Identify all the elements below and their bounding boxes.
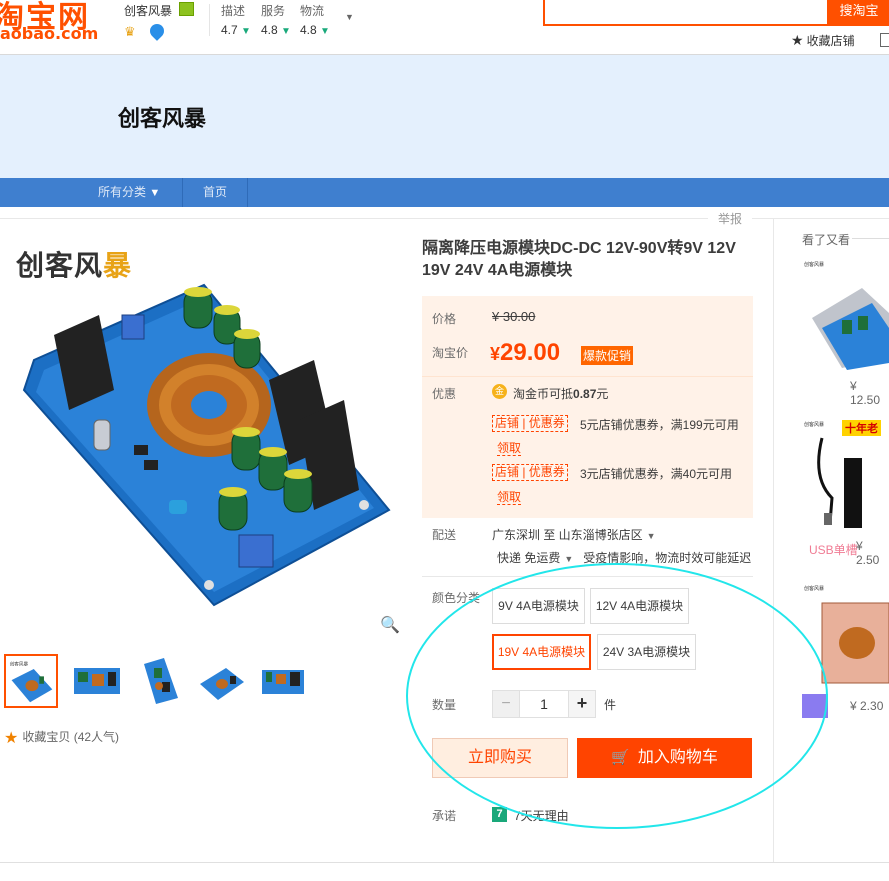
coupon-tag: 店铺 | 优惠券	[492, 415, 568, 432]
add-to-cart-button[interactable]: 🛒 加入购物车	[577, 738, 752, 778]
chevron-down-icon[interactable]: ▼	[345, 12, 354, 22]
qr-icon[interactable]	[880, 33, 889, 47]
shipping-label: 配送	[432, 528, 457, 542]
coupon-tag: 店铺 | 优惠券	[492, 464, 568, 481]
crown-icon: ♛	[124, 24, 136, 39]
down-arrow-icon: ▼	[320, 26, 330, 37]
promo-badge: 爆款促销	[581, 346, 634, 365]
discount-label: 优惠	[432, 387, 457, 401]
sku-option[interactable]: 9V 4A电源模块	[492, 588, 585, 624]
divider	[773, 219, 774, 863]
tb-price-label: 淘宝价	[432, 346, 469, 360]
price-label: 价格	[432, 312, 457, 326]
promise-text[interactable]: 7天无理由	[514, 807, 569, 824]
buy-now-button[interactable]: 立即购买	[432, 738, 568, 778]
search-button[interactable]: 搜淘宝	[829, 0, 889, 26]
coin-discount: 淘金币可抵0.87元	[513, 387, 609, 401]
caret-down-icon: ▼	[646, 531, 656, 541]
coupon-text: 5元店铺优惠券，满199元可用	[580, 418, 739, 432]
quantity-label: 数量	[432, 698, 457, 712]
recommend-overlay: 十年老	[842, 420, 881, 436]
level-icon	[147, 21, 167, 41]
product-main-image[interactable]	[14, 280, 394, 610]
recommend-price: ¥ 2.30	[850, 699, 884, 713]
nav-divider	[182, 178, 183, 207]
recommend-price: ¥ 2.50	[856, 539, 880, 567]
product-title: 隔离降压电源模块DC-DC 12V-90V转9V 12V 19V 24V 4A电…	[422, 240, 736, 279]
top-header: 淘宝网 aobao.com 创客风暴 ♛ 描述 4.7 ▼ 服务 4.8 ▼ 物…	[0, 0, 889, 54]
divider	[209, 4, 210, 36]
recommend-item[interactable]: 创客风暴 十年老 USB单槽 ¥ 2.50	[802, 418, 889, 567]
shipping-method[interactable]: 快递 免运费 ▼ 受疫情影响，物流时效可能延迟	[497, 549, 751, 566]
recommend-item[interactable]: 创客风暴 ¥ 12.50	[802, 258, 889, 407]
down-arrow-icon: ▼	[241, 26, 251, 37]
thumbnail-2[interactable]	[70, 654, 124, 708]
divider	[0, 218, 889, 219]
sku-option[interactable]: 24V 3A电源模块	[597, 634, 696, 670]
divider	[852, 238, 889, 239]
quantity-input[interactable]: 1	[519, 690, 569, 718]
taobao-logo[interactable]: 淘宝网 aobao.com	[0, 0, 98, 43]
report-link[interactable]: 举报	[708, 210, 753, 227]
divider	[422, 576, 753, 577]
cart-icon: 🛒	[611, 749, 630, 766]
thumbnail-3[interactable]	[134, 654, 188, 708]
down-arrow-icon: ▼	[281, 26, 291, 37]
recommend-image[interactable]: 创客风暴	[802, 258, 889, 373]
shop-banner: 创客风暴	[0, 54, 889, 178]
rating-service: 服务 4.8 ▼	[261, 4, 291, 37]
star-icon: ★	[791, 32, 804, 48]
rating-description: 描述 4.7 ▼	[221, 4, 251, 37]
divider	[0, 862, 889, 863]
price-panel: 价格 ¥ 30.00 淘宝价 ¥29.00 爆款促销 优惠 金 淘金币可抵0.8…	[422, 296, 753, 518]
thumbnail-1[interactable]: 创客风暴	[4, 654, 58, 708]
collect-item-button[interactable]: ★ 收藏宝贝 (42人气)	[4, 728, 119, 748]
caret-down-icon: ▼	[149, 187, 161, 199]
quantity-unit: 件	[604, 698, 617, 712]
sku-option[interactable]: 12V 4A电源模块	[590, 588, 689, 624]
sku-option-selected[interactable]: 19V 4A电源模块	[492, 634, 591, 670]
also-viewed-title: 看了又看	[802, 233, 851, 247]
brand-logo: 创客风暴	[16, 249, 133, 282]
seven-day-return-icon: 7	[492, 807, 507, 822]
color-label: 颜色分类	[432, 591, 481, 605]
search-input[interactable]	[543, 0, 829, 26]
original-price: ¥ 30.00	[492, 309, 536, 324]
thumbnail-5[interactable]	[256, 654, 310, 708]
recommend-price: ¥ 12.50	[850, 379, 881, 407]
coupon-get-link[interactable]: 领取	[497, 490, 522, 505]
nav-divider	[247, 178, 248, 207]
coupon-text: 3元店铺优惠券，满40元可用	[580, 467, 733, 481]
shipping-destination[interactable]: 广东深圳 至 山东淄博张店区 ▼	[492, 526, 656, 543]
promise-label: 承诺	[432, 809, 457, 823]
divider	[422, 376, 753, 377]
fav-shop-button[interactable]: ★ 收藏店铺	[791, 32, 855, 49]
recommend-caption: USB单槽	[809, 543, 858, 557]
rating-logistics: 物流 4.8 ▼	[300, 4, 330, 37]
star-icon: ★	[4, 730, 19, 747]
thumbnail-4[interactable]	[194, 654, 248, 708]
nav-home[interactable]: 首页	[203, 178, 227, 207]
banner-title: 创客风暴	[118, 107, 207, 132]
zoom-icon[interactable]: 🔍	[380, 615, 400, 635]
shop-navbar: 所有分类 ▼ 首页	[0, 178, 889, 207]
recommend-overlay-badge	[802, 694, 828, 718]
svg-text:创客风暴: 创客风暴	[804, 261, 824, 268]
shop-verified-icon	[179, 2, 194, 16]
coin-icon: 金	[492, 384, 507, 399]
nav-all-categories[interactable]: 所有分类 ▼	[98, 178, 160, 207]
quantity-decrease-button[interactable]: −	[492, 690, 520, 718]
recommend-item[interactable]: 创客风暴 ¥ 2.30	[802, 578, 889, 718]
caret-down-icon: ▼	[564, 554, 574, 564]
current-price: ¥29.00	[490, 339, 561, 366]
svg-text:创客风暴: 创客风暴	[804, 421, 824, 428]
svg-text:创客风暴: 创客风暴	[804, 585, 824, 592]
shop-name[interactable]: 创客风暴	[124, 2, 172, 19]
recommend-image[interactable]: 创客风暴	[802, 578, 889, 693]
quantity-increase-button[interactable]: +	[568, 690, 596, 718]
coupon-get-link[interactable]: 领取	[497, 441, 522, 456]
